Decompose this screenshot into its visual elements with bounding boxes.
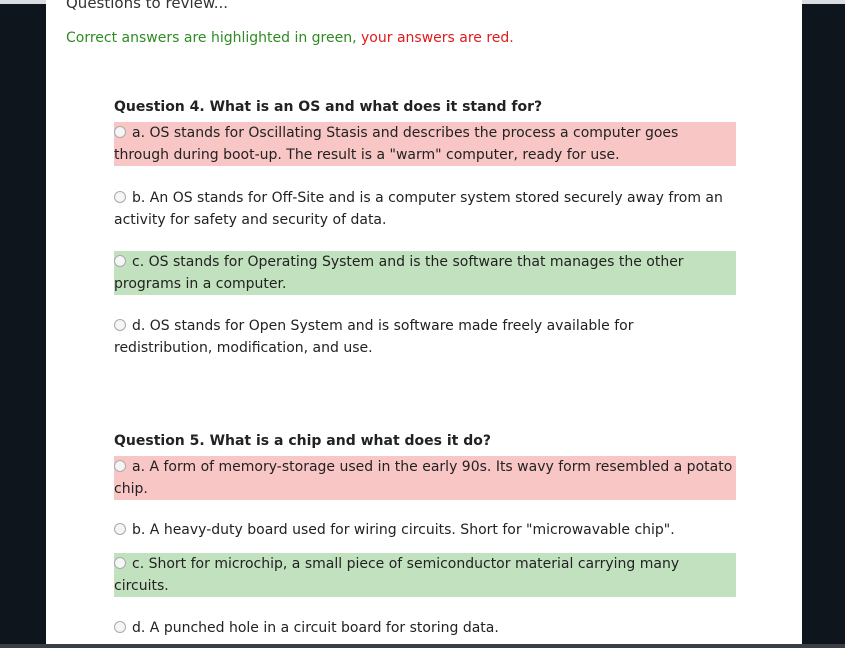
option-text: b. A heavy-duty board used for wiring ci… [132, 522, 675, 538]
window-bottom-border [0, 644, 845, 648]
option-text: d. A punched hole in a circuit board for… [132, 620, 499, 636]
radio-icon[interactable] [114, 460, 126, 472]
radio-icon[interactable] [114, 319, 126, 331]
review-panel: Questions to review... Correct answers a… [46, 0, 802, 644]
radio-icon[interactable] [114, 191, 126, 203]
page-title: Questions to review... [66, 0, 229, 12]
question-4: Question 4. What is an OS and what does … [114, 98, 736, 359]
option-text: a. A form of memory-storage used in the … [114, 459, 733, 497]
question-4-option-b[interactable]: b. An OS stands for Off-Site and is a co… [114, 187, 736, 231]
radio-icon[interactable] [114, 523, 126, 535]
question-5-option-b[interactable]: b. A heavy-duty board used for wiring ci… [114, 519, 736, 541]
question-5: Question 5. What is a chip and what does… [114, 432, 736, 639]
question-5-option-d[interactable]: d. A punched hole in a circuit board for… [114, 617, 736, 639]
legend-correct-text: Correct answers are highlighted in green… [66, 30, 357, 46]
question-4-option-a[interactable]: a. OS stands for Oscillating Stasis and … [114, 122, 736, 166]
option-text: c. Short for microchip, a small piece of… [114, 556, 680, 594]
option-text: b. An OS stands for Off-Site and is a co… [114, 190, 723, 228]
option-text: a. OS stands for Oscillating Stasis and … [114, 125, 679, 163]
question-4-option-c[interactable]: c. OS stands for Operating System and is… [114, 251, 736, 295]
radio-icon[interactable] [114, 126, 126, 138]
radio-icon[interactable] [114, 621, 126, 633]
legend-yours-text: your answers are red. [361, 30, 514, 46]
question-title: Question 4. What is an OS and what does … [114, 99, 543, 115]
question-5-option-c[interactable]: c. Short for microchip, a small piece of… [114, 553, 736, 597]
option-text: c. OS stands for Operating System and is… [114, 254, 684, 292]
option-text: d. OS stands for Open System and is soft… [114, 318, 634, 356]
legend: Correct answers are highlighted in green… [66, 30, 514, 46]
question-title: Question 5. What is a chip and what does… [114, 433, 491, 449]
radio-icon[interactable] [114, 255, 126, 267]
question-4-option-d[interactable]: d. OS stands for Open System and is soft… [114, 315, 736, 359]
radio-icon[interactable] [114, 557, 126, 569]
question-5-option-a[interactable]: a. A form of memory-storage used in the … [114, 456, 736, 500]
